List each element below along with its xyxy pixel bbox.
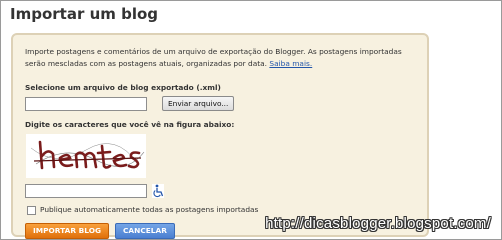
- description-text: Importe postagens e comentários de um ar…: [25, 47, 402, 68]
- import-form: Importe postagens e comentários de um ar…: [25, 46, 421, 239]
- browse-file-button[interactable]: Enviar arquivo...: [162, 96, 235, 111]
- watermark-url: http://dicasblogger.blogspot.com/: [265, 215, 491, 232]
- window: Importar um blog Importe postagens e com…: [0, 0, 502, 240]
- file-label: Selecione um arquivo de blog exportado (…: [25, 83, 221, 92]
- file-path-input[interactable]: [25, 97, 147, 111]
- wheelchair-icon[interactable]: [152, 183, 164, 198]
- learn-more-link[interactable]: Saiba mais.: [269, 59, 312, 68]
- page-title: Importar um blog: [10, 5, 159, 23]
- captcha-label: Digite os caracteres que você vê na figu…: [25, 120, 235, 129]
- cancel-button[interactable]: CANCELAR: [115, 223, 175, 239]
- import-panel: Importe postagens e comentários de um ar…: [11, 33, 429, 239]
- import-description: Importe postagens e comentários de um ar…: [25, 46, 421, 69]
- auto-publish-label: Publique automaticamente todas as postag…: [40, 205, 259, 214]
- captcha-image: [26, 134, 146, 178]
- captcha-input[interactable]: [25, 184, 147, 198]
- import-blog-button[interactable]: IMPORTAR BLOG: [25, 223, 110, 239]
- auto-publish-checkbox[interactable]: [27, 206, 36, 215]
